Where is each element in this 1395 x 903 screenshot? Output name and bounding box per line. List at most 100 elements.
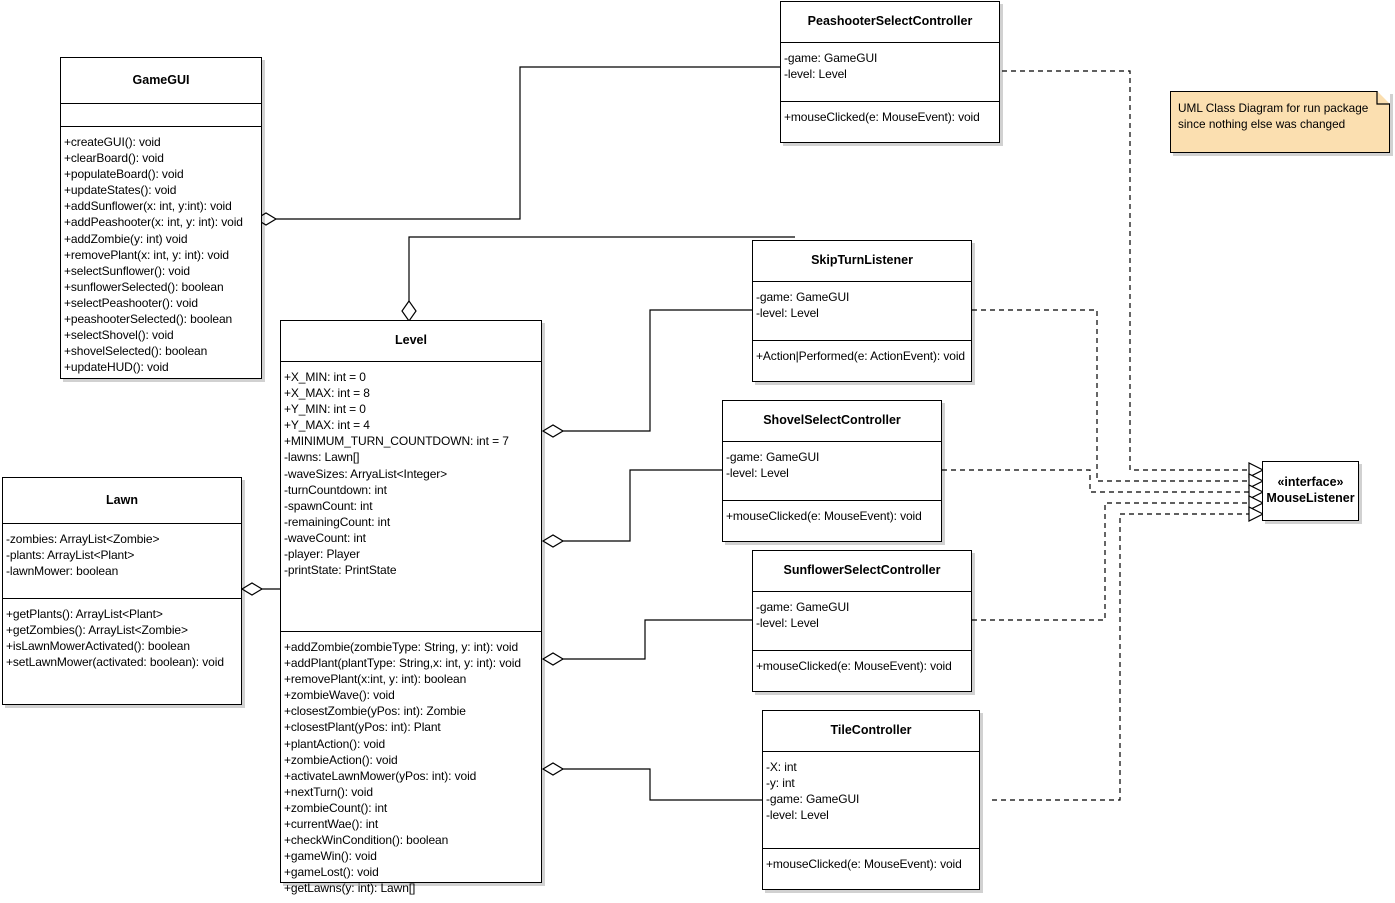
class-member: +Action|Performed(e: ActionEvent): void [756,349,965,363]
assoc-level-tile [557,768,762,801]
class-box-shovel-select-controller[interactable]: ShovelSelectController -game: GameGUI -le… [722,400,942,542]
class-name-text: ShovelSelectController [763,413,901,428]
class-member: +setLawnMower(activated: boolean): void [6,655,224,670]
class-member: +X_MIN: int = 0 [284,370,366,384]
aggregation-diamond-lawn-level [240,582,264,596]
class-box-level[interactable]: Level +X_MIN: int = 0 +X_MAX: int = 8 +Y_M… [280,320,542,895]
class-title-shovel-select-controller: ShovelSelectController [723,401,941,441]
aggregation-diamond-level-shovel [541,534,565,548]
class-member: +currentWae(): int [284,817,379,832]
class-member: +peashooterSelected(): boolean [64,312,233,327]
class-member: -level: Level [726,466,789,481]
class-member: +selectPeashooter(): void [64,295,198,310]
class-member: +X_MAX: int = 8 [284,386,370,401]
class-member: +zombieWave(): void [284,688,395,703]
class-member: +mouseClicked(e: MouseEvent): void [766,857,962,871]
aggregation-diamond-level-tile [541,762,565,776]
realization-arrowhead-5 [1248,506,1265,522]
class-title-level: Level [281,321,541,361]
realize-tile-mouselistener [992,513,1259,801]
class-title-tile-controller: TileController [763,711,979,751]
methods-compartment-sunflower: +mouseClicked(e: MouseEvent): void [753,651,971,680]
class-member: +gameWin(): void [284,849,377,864]
class-title-skip-turn-listener: SkipTurnListener [753,241,971,281]
class-member: +updateStates(): void [64,183,177,198]
class-member: +removePlant(x: int, y: int): void [64,247,229,262]
class-member: -level: Level [784,67,847,82]
class-box-tile-controller[interactable]: TileController -X: int -y: int -game: Game… [762,710,980,890]
class-title-sunflower-select-controller: SunflowerSelectController [753,551,971,591]
class-member: +sunflowerSelected(): boolean [64,279,224,294]
class-member: -waveSizes: ArryaList<Integer> [284,466,448,481]
aggregation-diamond-level-sunflower [541,652,565,666]
class-member: +shovelSelected(): boolean [64,344,208,359]
class-member: +addZombie(zombieType: String, y: int): … [284,640,519,654]
class-member: +addZombie(y: int) void [64,231,188,246]
class-name-text: MouseListener [1266,491,1355,505]
class-member: -zombies: ArrayList<Zombie> [6,532,160,546]
methods-compartment-gamegui: +createGUI(): void +clearBoard(): void +po… [61,127,261,381]
class-member: +addPeashooter(x: int, y: int): void [64,215,243,230]
class-box-lawn[interactable]: Lawn -zombies: ArrayList<Zombie> -plants:… [2,477,242,705]
methods-compartment-skipturn: +Action|Performed(e: ActionEvent): void [753,341,971,370]
methods-compartment-tile: +mouseClicked(e: MouseEvent): void [763,849,979,878]
class-member: +activateLawnMower(yPos: int): void [284,768,477,783]
methods-compartment-lawn: +getPlants(): ArrayList<Plant> +getZombie… [3,599,241,676]
note-fold-line-icon [1376,91,1390,105]
class-member: +checkWinCondition(): boolean [284,833,449,848]
class-member: +nextTurn(): void [284,784,373,799]
class-member: -game: GameGUI [726,450,820,464]
class-member: -lawnMower: boolean [6,564,119,579]
class-title-peashooter-select-controller: PeashooterSelectController [781,2,999,42]
note-text: UML Class Diagram for run package since … [1178,101,1369,131]
class-member: +createGUI(): void [64,135,161,149]
attributes-compartment-gamegui [61,104,261,126]
class-name-text: SkipTurnListener [811,253,913,268]
methods-compartment-peashooter: +mouseClicked(e: MouseEvent): void [781,102,999,131]
class-member: +updateHUD(): void [64,360,169,375]
attributes-compartment-level: +X_MIN: int = 0 +X_MAX: int = 8 +Y_MIN: in… [281,362,541,631]
class-member: -game: GameGUI [766,792,860,807]
class-name-text: TileController [830,723,912,738]
class-member: -X: int [766,760,797,774]
class-member: -plants: ArrayList<Plant> [6,548,135,563]
class-member: +mouseClicked(e: MouseEvent): void [756,659,952,673]
class-member: -game: GameGUI [756,290,850,304]
class-member: +getZombies(): ArrayList<Zombie> [6,623,188,638]
class-member: -level: Level [766,808,829,823]
class-box-gamegui[interactable]: GameGUI +createGUI(): void +clearBoard():… [60,57,262,379]
class-box-mouse-listener[interactable]: «interface» MouseListener [1262,461,1359,521]
class-name-text: GameGUI [132,72,190,87]
realize-skipturn-mouselistener [972,309,1259,482]
class-box-skip-turn-listener[interactable]: SkipTurnListener -game: GameGUI -level: L… [752,240,972,382]
class-member: -player: Player [284,547,360,562]
class-member: +zombieAction(): void [284,752,398,767]
class-member: +closestPlant(yPos: int): Plant [284,720,441,735]
class-member: -remainingCount: int [284,514,391,529]
attributes-compartment-tile: -X: int -y: int -game: GameGUI -level: Leve… [763,752,979,848]
class-member: -turnCountdown: int [284,482,387,497]
class-member: -game: GameGUI [756,600,850,614]
class-member: +closestZombie(yPos: int): Zombie [284,704,466,719]
class-member: -game: GameGUI [784,51,878,65]
class-member: +mouseClicked(e: MouseEvent): void [784,110,980,124]
methods-compartment-shovel: +mouseClicked(e: MouseEvent): void [723,501,941,530]
class-member: +Y_MIN: int = 0 [284,402,366,417]
class-member: +Y_MAX: int = 4 [284,418,370,433]
class-member: +getLawns(y: int): Lawn[] [284,881,416,896]
methods-compartment-level: +addZombie(zombieType: String, y: int): … [281,632,541,903]
realize-sunflower-mouselistener [972,502,1259,621]
class-member: +isLawnMowerActivated(): boolean [6,639,190,654]
class-box-sunflower-select-controller[interactable]: SunflowerSelectController -game: GameGUI… [752,550,972,692]
class-box-peashooter-select-controller[interactable]: PeashooterSelectController -game: GameGU… [780,1,1000,143]
attributes-compartment-sunflower: -game: GameGUI -level: Level [753,592,971,650]
class-name-text: Lawn [106,492,138,507]
class-member: +clearBoard(): void [64,151,164,166]
assoc-level-sunflower [557,619,752,660]
class-title-gamegui: GameGUI [61,58,261,103]
aggregation-diamond-level-skipturn [541,424,565,438]
class-member: +getPlants(): ArrayList<Plant> [6,607,163,621]
class-member: +mouseClicked(e: MouseEvent): void [726,509,922,523]
attributes-compartment-skipturn: -game: GameGUI -level: Level [753,282,971,340]
attributes-compartment-peashooter: -game: GameGUI -level: Level [781,43,999,101]
